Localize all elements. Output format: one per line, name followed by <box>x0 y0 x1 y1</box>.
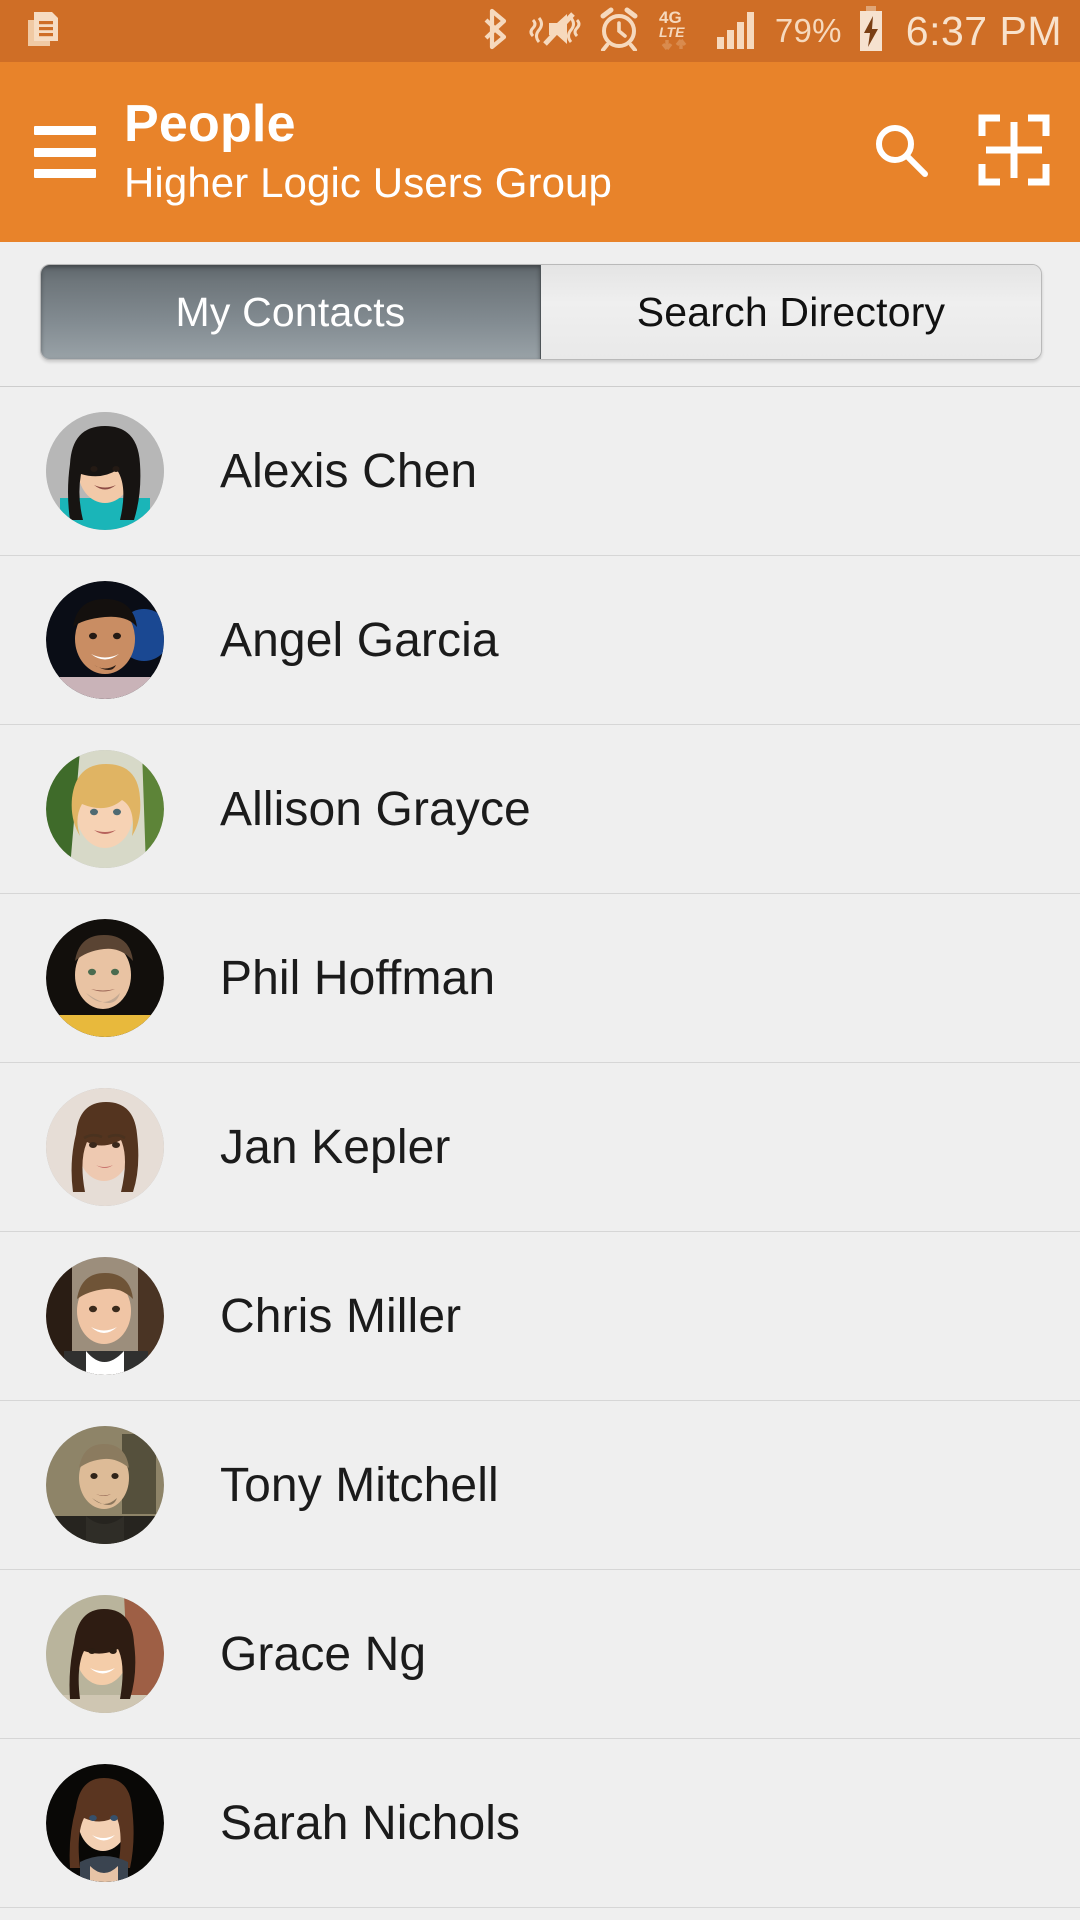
contact-name: Alexis Chen <box>220 444 478 498</box>
contact-name: Jan Kepler <box>220 1120 451 1174</box>
avatar <box>46 1595 164 1713</box>
segmented-control: My Contacts Search Directory <box>40 264 1042 360</box>
app-bar-titles: People Higher Logic Users Group <box>124 94 852 208</box>
contact-name: Tony Mitchell <box>220 1458 499 1512</box>
page-title: People <box>124 94 296 153</box>
contact-row[interactable]: Tony Mitchell <box>0 1401 1080 1570</box>
tab-bar: My Contacts Search Directory <box>0 242 1080 386</box>
phone-screen: 4G LTE 79% 6:37 PM People Higher Logic U… <box>0 0 1080 1920</box>
battery-charging-icon <box>856 5 886 58</box>
contact-row[interactable]: Allison Grayce <box>0 725 1080 894</box>
avatar <box>46 1257 164 1375</box>
hamburger-bar <box>34 126 96 135</box>
tab-label: Search Directory <box>636 288 946 335</box>
hamburger-bar <box>34 169 96 178</box>
contact-row[interactable]: Sarah Nichols <box>0 1739 1080 1908</box>
battery-percent-label: 79% <box>774 12 842 49</box>
tab-my-contacts[interactable]: My Contacts <box>41 265 541 359</box>
contact-row[interactable]: Jan Kepler <box>0 1063 1080 1232</box>
hamburger-menu-icon[interactable] <box>34 126 96 178</box>
page-subtitle: Higher Logic Users Group <box>124 158 612 206</box>
avatar <box>46 412 164 530</box>
svg-text:LTE: LTE <box>659 24 685 40</box>
network-4g-lte-icon: 4G LTE <box>655 6 701 57</box>
contact-row[interactable]: Grace Ng <box>0 1570 1080 1739</box>
status-bar: 4G LTE 79% 6:37 PM <box>0 0 1080 62</box>
scan-grid-icon[interactable] <box>978 114 1050 191</box>
contact-row[interactable]: Angel Garcia <box>0 556 1080 725</box>
contact-row[interactable]: Phil Hoffman <box>0 894 1080 1063</box>
tab-label: My Contacts <box>175 288 406 335</box>
contact-name: Sarah Nichols <box>220 1796 521 1850</box>
signal-bars-icon <box>715 7 761 56</box>
clock-label: 6:37 PM <box>905 7 1062 54</box>
contact-name: Grace Ng <box>220 1627 427 1681</box>
contacts-list[interactable]: Alexis Chen Angel Garcia Allison Grayce … <box>0 386 1080 1908</box>
search-icon[interactable] <box>870 119 932 186</box>
contact-row[interactable]: Alexis Chen <box>0 387 1080 556</box>
document-icon <box>22 8 64 55</box>
alarm-icon <box>597 7 641 56</box>
bluetooth-icon <box>483 7 513 56</box>
status-bar-notifications <box>22 8 64 55</box>
avatar <box>46 581 164 699</box>
contact-name: Allison Grayce <box>220 782 531 836</box>
avatar <box>46 1088 164 1206</box>
hamburger-bar <box>34 147 96 157</box>
avatar <box>46 919 164 1037</box>
vibrate-mute-icon <box>527 8 583 55</box>
app-bar-actions <box>870 114 1050 191</box>
contact-name: Angel Garcia <box>220 613 499 667</box>
avatar <box>46 750 164 868</box>
avatar <box>46 1764 164 1882</box>
contact-row[interactable]: Chris Miller <box>0 1232 1080 1401</box>
contact-name: Phil Hoffman <box>220 951 496 1005</box>
avatar <box>46 1426 164 1544</box>
app-bar: People Higher Logic Users Group <box>0 62 1080 242</box>
status-bar-icons: 4G LTE 79% 6:37 PM <box>483 5 1062 58</box>
contact-name: Chris Miller <box>220 1289 462 1343</box>
tab-search-directory[interactable]: Search Directory <box>541 265 1041 359</box>
